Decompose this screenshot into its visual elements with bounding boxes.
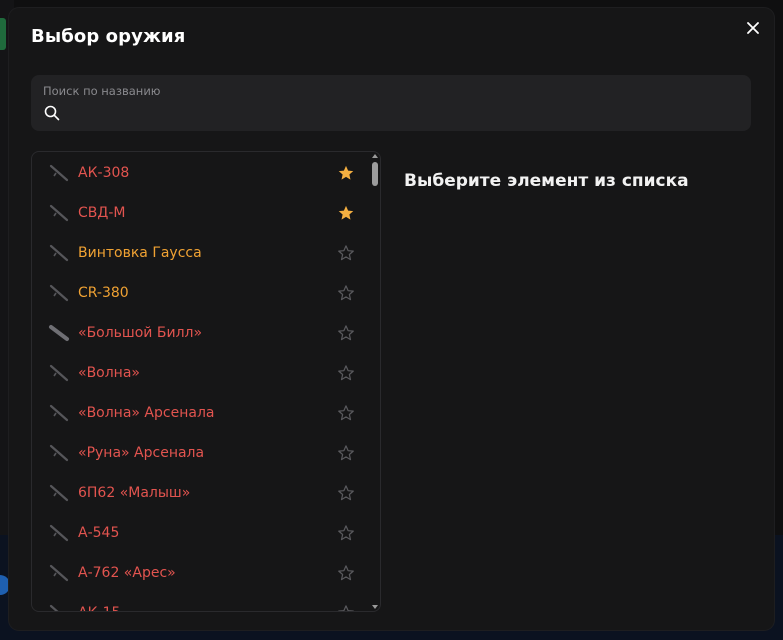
weapon-list-item[interactable]: «Большой Билл» <box>32 313 370 353</box>
weapon-list-item[interactable]: «Волна» Арсенала <box>32 393 370 433</box>
rifle-icon <box>49 564 69 582</box>
search-label: Поиск по названию <box>43 84 161 98</box>
favorite-star-icon[interactable] <box>337 444 355 462</box>
weapon-list-item[interactable]: АК-308 <box>32 153 370 193</box>
rifle-icon <box>49 444 69 462</box>
weapon-name: АК-15 <box>78 605 120 611</box>
weapon-list-item[interactable]: АК-15 <box>32 593 370 611</box>
weapon-list-item[interactable]: 6П62 «Малыш» <box>32 473 370 513</box>
favorite-star-icon[interactable] <box>337 524 355 542</box>
modal-title: Выбор оружия <box>31 26 186 47</box>
weapon-name: Винтовка Гаусса <box>78 245 202 261</box>
search-input[interactable] <box>65 103 739 125</box>
search-field[interactable]: Поиск по названию <box>31 75 751 131</box>
weapon-list-item[interactable]: А-762 «Арес» <box>32 553 370 593</box>
favorite-star-icon[interactable] <box>337 164 355 182</box>
weapon-name: А-545 <box>78 525 120 541</box>
scroll-down-icon[interactable] <box>372 605 378 609</box>
weapon-list-item[interactable]: CR-380 <box>32 273 370 313</box>
favorite-star-icon[interactable] <box>337 324 355 342</box>
favorite-star-icon[interactable] <box>337 404 355 422</box>
weapon-name: «Руна» Арсенала <box>78 445 205 461</box>
rifle-icon <box>49 604 59 611</box>
weapon-name: СВД-М <box>78 205 126 221</box>
rifle-icon <box>49 404 69 422</box>
weapon-name: А-762 «Арес» <box>78 565 176 581</box>
background-accent <box>0 18 6 50</box>
weapon-name: АК-308 <box>78 165 130 181</box>
weapon-list-item[interactable]: «Руна» Арсенала <box>32 433 370 473</box>
rifle-icon <box>49 524 69 542</box>
scrollbar-thumb[interactable] <box>372 162 378 186</box>
rifle-icon <box>49 484 69 502</box>
favorite-star-icon[interactable] <box>337 204 355 222</box>
rifle-icon <box>49 244 69 262</box>
close-button[interactable] <box>744 19 762 37</box>
weapon-name: 6П62 «Малыш» <box>78 485 191 501</box>
favorite-star-icon[interactable] <box>337 364 355 382</box>
close-icon <box>747 22 759 34</box>
favorite-star-icon[interactable] <box>337 284 355 302</box>
weapon-list-item[interactable]: «Волна» <box>32 353 370 393</box>
launcher-icon <box>49 325 69 341</box>
weapon-list-item[interactable]: А-545 <box>32 513 370 553</box>
favorite-star-icon[interactable] <box>337 484 355 502</box>
weapon-name: «Волна» <box>78 365 140 381</box>
weapon-list-item[interactable]: Винтовка Гаусса <box>32 233 370 273</box>
weapon-list-items: АК-308 СВД-М Винтовка Гаусса CR-380 «Большой… <box>32 152 370 611</box>
rifle-icon <box>49 284 69 302</box>
weapon-select-modal: Выбор оружия Поиск по названию АК-308 СВД… <box>9 8 774 630</box>
weapon-name: CR-380 <box>78 285 129 301</box>
weapon-name: «Большой Билл» <box>78 325 203 341</box>
favorite-star-icon[interactable] <box>337 564 355 582</box>
rifle-icon <box>49 364 69 382</box>
scroll-up-icon[interactable] <box>372 154 378 158</box>
weapon-list-item[interactable]: СВД-М <box>32 193 370 233</box>
favorite-star-icon[interactable] <box>337 244 355 262</box>
detail-placeholder: Выберите элемент из списка <box>404 171 689 191</box>
weapon-list[interactable]: АК-308 СВД-М Винтовка Гаусса CR-380 «Большой… <box>31 151 381 612</box>
favorite-star-icon[interactable] <box>337 604 355 611</box>
weapon-name: «Волна» Арсенала <box>78 405 215 421</box>
rifle-icon <box>49 204 69 222</box>
search-icon <box>44 105 60 121</box>
rifle-icon <box>49 164 69 182</box>
scrollbar[interactable] <box>370 152 380 611</box>
